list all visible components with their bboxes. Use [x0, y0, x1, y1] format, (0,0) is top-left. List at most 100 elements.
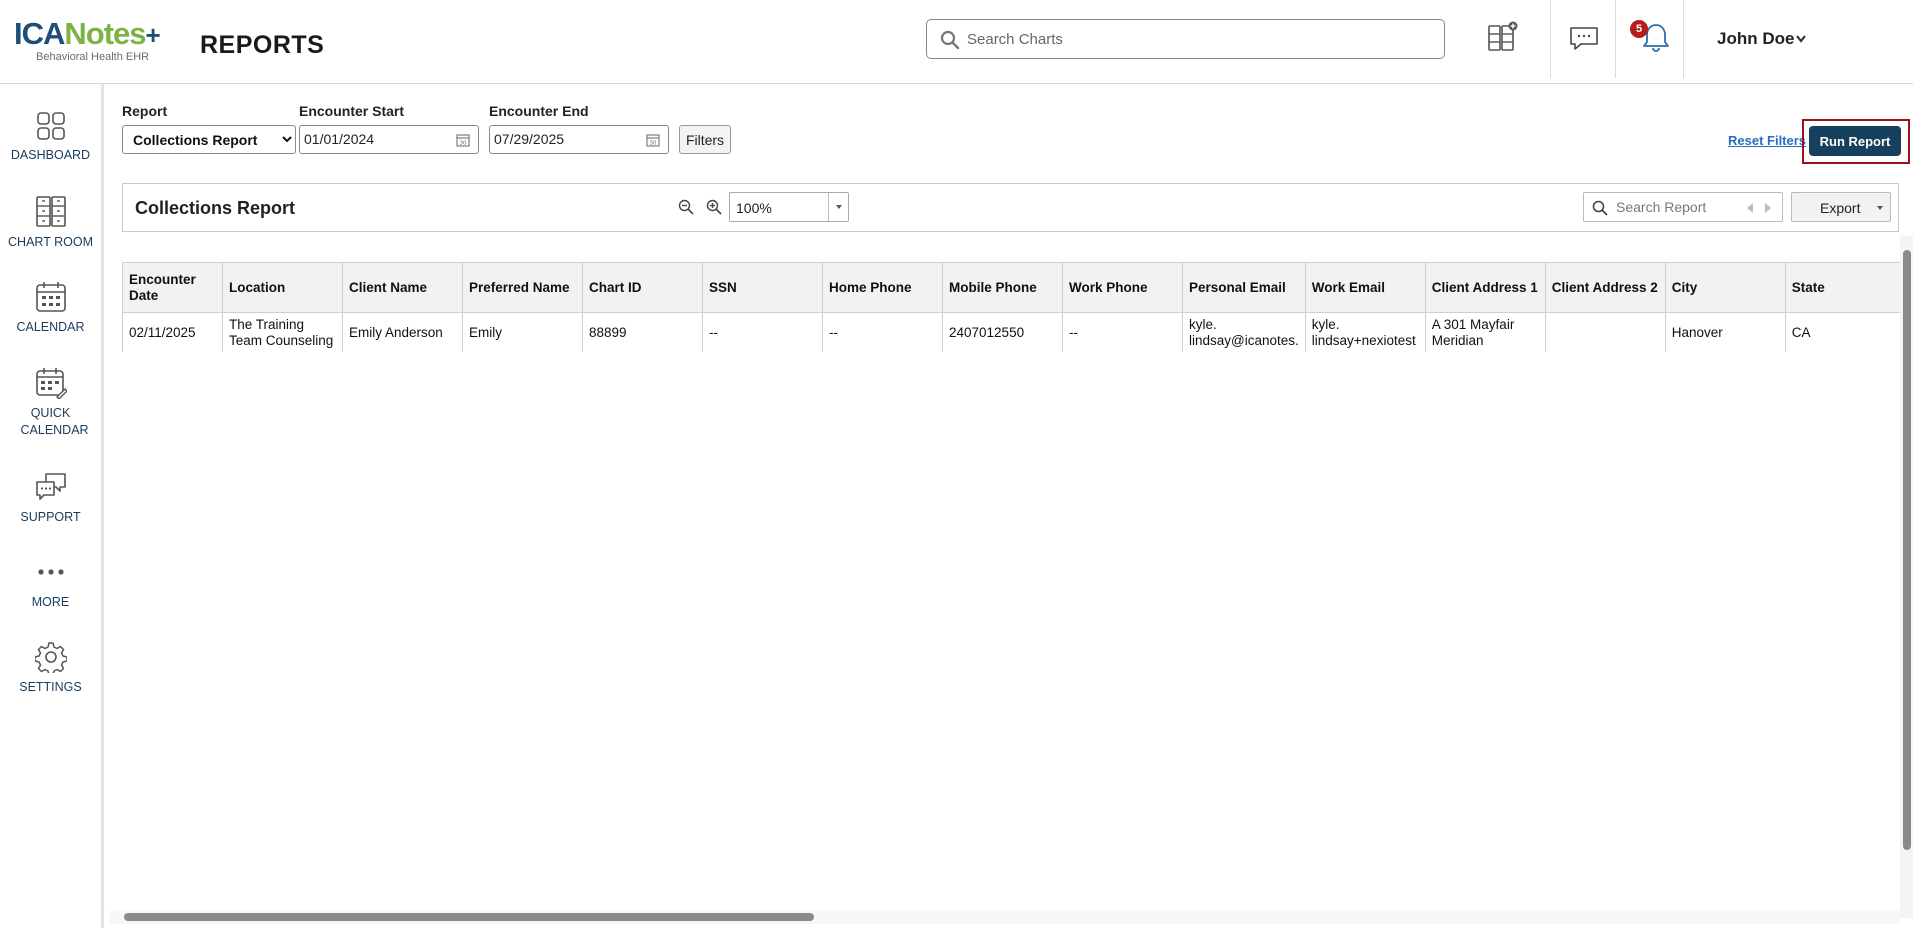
- column-header[interactable]: Client Address 1: [1424, 262, 1546, 313]
- column-header[interactable]: Work Email: [1304, 262, 1426, 313]
- report-toolbar: Collections Report 100% Search Report Ex…: [122, 183, 1899, 232]
- column-header[interactable]: Encounter Date: [122, 262, 223, 313]
- report-label: Report: [122, 103, 168, 119]
- sidebar-item-label: CHART ROOM: [8, 235, 93, 249]
- report-table: Encounter Date Location Client Name Pref…: [122, 262, 1906, 352]
- quick-calendar-icon: [35, 368, 67, 399]
- table-cell: CA: [1784, 312, 1906, 352]
- column-header[interactable]: Mobile Phone: [942, 262, 1063, 313]
- caret-down-icon: [836, 205, 842, 209]
- dashboard-icon: [36, 112, 65, 140]
- zoom-value: 100%: [736, 200, 772, 216]
- caret-down-icon: [1877, 206, 1883, 210]
- chart-room-icon: [35, 196, 66, 227]
- column-header[interactable]: City: [1664, 262, 1786, 313]
- table-cell: --: [822, 312, 943, 352]
- table-cell: A 301 Mayfair Meridian: [1424, 312, 1546, 352]
- search-report-box[interactable]: [1583, 192, 1783, 222]
- column-header[interactable]: Work Phone: [1062, 262, 1183, 313]
- logo-wordmark: ICANotes+: [14, 16, 161, 51]
- table-cell: Hanover: [1664, 312, 1786, 352]
- table-cell: --: [702, 312, 823, 352]
- reset-filters-link[interactable]: Reset Filters: [1728, 133, 1806, 148]
- zoom-dropdown-toggle[interactable]: [828, 193, 848, 221]
- sidebar-item-support[interactable]: SUPPORT: [0, 471, 101, 526]
- sidebar-item-dashboard[interactable]: DASHBOARD: [0, 111, 101, 164]
- page-title: REPORTS: [200, 31, 325, 59]
- notification-badge: 5: [1630, 20, 1648, 38]
- message-icon[interactable]: [1566, 20, 1602, 56]
- zoom-in-icon[interactable]: [706, 199, 722, 215]
- table-cell: 02/11/2025: [122, 312, 223, 352]
- sidebar-item-settings[interactable]: SETTINGS: [0, 641, 101, 696]
- icanotes-logo[interactable]: ICANotes+ Behavioral Health EHR: [14, 18, 174, 64]
- report-table-container: Encounter Date Location Client Name Pref…: [122, 262, 1907, 352]
- sidebar-item-quick-calendar[interactable]: QUICK CALENDAR: [0, 367, 101, 439]
- sidebar-item-more[interactable]: MORE: [0, 556, 101, 611]
- table-cell: Emily: [462, 312, 583, 352]
- run-report-button[interactable]: Run Report: [1809, 126, 1901, 156]
- sidebar-item-label: SETTINGS: [19, 680, 82, 694]
- chart-room-add-icon[interactable]: [1484, 20, 1520, 56]
- table-cell: Emily Anderson: [342, 312, 463, 352]
- search-icon: [940, 30, 960, 50]
- export-label: Export: [1820, 200, 1861, 216]
- horizontal-scrollbar-thumb[interactable]: [124, 913, 814, 921]
- search-report-input[interactable]: [1616, 199, 1736, 215]
- sidebar-nav: DASHBOARD CHART ROOM CALENDAR QUICK CALE…: [0, 84, 104, 928]
- encounter-start-input[interactable]: [304, 131, 424, 147]
- table-header-row: Encounter Date Location Client Name Pref…: [122, 262, 1906, 313]
- table-cell: kyle. lindsay@icanotes.: [1182, 312, 1306, 352]
- column-header[interactable]: Client Address 2: [1544, 262, 1666, 313]
- svg-text:30: 30: [460, 141, 467, 147]
- table-cell: 88899: [582, 312, 703, 352]
- column-header[interactable]: Home Phone: [822, 262, 943, 313]
- header-divider: [1683, 0, 1684, 78]
- encounter-end-label: Encounter End: [489, 103, 589, 119]
- sidebar-item-calendar[interactable]: CALENDAR: [0, 281, 101, 336]
- top-header: ICANotes+ Behavioral Health EHR REPORTS …: [0, 0, 1913, 84]
- sidebar-item-label: CALENDAR: [16, 320, 85, 334]
- calendar-icon: [35, 282, 66, 312]
- column-header[interactable]: Personal Email: [1182, 262, 1306, 313]
- previous-match-icon[interactable]: [1744, 201, 1756, 215]
- header-divider: [1615, 0, 1616, 78]
- table-row[interactable]: 02/11/2025 The Training Team Counseling …: [122, 312, 1906, 352]
- sidebar-item-label: SUPPORT: [20, 510, 81, 524]
- sidebar-item-label: DASHBOARD: [10, 148, 91, 162]
- table-cell: The Training Team Counseling: [222, 312, 343, 352]
- search-charts-box[interactable]: [926, 19, 1445, 59]
- vertical-scrollbar-thumb[interactable]: [1903, 250, 1911, 850]
- calendar-picker-icon[interactable]: 30: [456, 133, 470, 147]
- header-divider: [1550, 0, 1551, 78]
- zoom-out-icon[interactable]: [678, 199, 694, 215]
- sidebar-item-chart-room[interactable]: CHART ROOM: [0, 196, 101, 251]
- export-button[interactable]: Export: [1791, 192, 1891, 222]
- report-select[interactable]: Collections Report: [122, 125, 296, 154]
- column-header[interactable]: SSN: [702, 262, 823, 313]
- encounter-end-input[interactable]: [494, 131, 614, 147]
- table-cell: [1544, 312, 1666, 352]
- main-content: Report Collections Report Encounter Star…: [104, 84, 1913, 928]
- table-cell: 2407012550: [942, 312, 1063, 352]
- sidebar-item-label: QUICK CALENDAR: [20, 406, 89, 437]
- zoom-select[interactable]: 100%: [729, 192, 849, 222]
- gear-icon: [34, 642, 67, 673]
- filters-button[interactable]: Filters: [679, 125, 731, 154]
- search-icon: [1592, 200, 1608, 216]
- search-charts-input[interactable]: [967, 28, 1427, 50]
- logo-subtitle: Behavioral Health EHR: [36, 51, 150, 63]
- user-menu-name[interactable]: John Doe: [1717, 29, 1794, 49]
- column-header[interactable]: Preferred Name: [462, 262, 583, 313]
- chevron-down-icon[interactable]: [1795, 34, 1807, 44]
- calendar-picker-icon[interactable]: 30: [646, 133, 660, 147]
- encounter-start-field[interactable]: 30: [299, 125, 479, 154]
- encounter-end-field[interactable]: 30: [489, 125, 669, 154]
- support-chat-icon: [35, 473, 66, 500]
- column-header[interactable]: State: [1784, 262, 1906, 313]
- column-header[interactable]: Location: [222, 262, 343, 313]
- column-header[interactable]: Chart ID: [582, 262, 703, 313]
- column-header[interactable]: Client Name: [342, 262, 463, 313]
- next-match-icon[interactable]: [1762, 201, 1774, 215]
- report-title: Collections Report: [135, 198, 296, 218]
